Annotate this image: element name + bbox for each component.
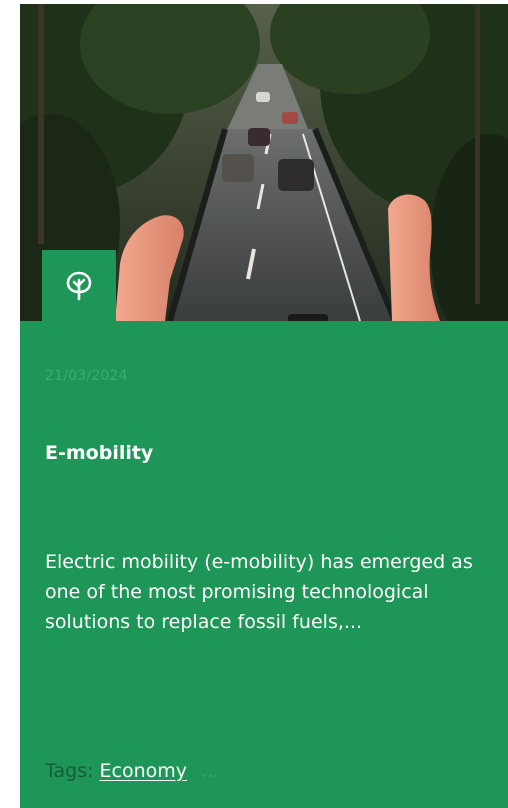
post-tags: Tags: Economy ... xyxy=(45,760,219,782)
tag-link-economy[interactable]: Economy xyxy=(100,760,188,782)
category-badge[interactable] xyxy=(42,250,116,321)
tree-icon xyxy=(66,271,92,300)
post-image[interactable] xyxy=(20,4,508,321)
tags-more: ... xyxy=(201,760,220,782)
tags-label: Tags: xyxy=(45,760,94,782)
post-title[interactable]: E-mobility xyxy=(45,442,153,464)
post-card[interactable]: 21/03/2024 E-mobility Electric mobility … xyxy=(20,4,508,808)
post-date: 21/03/2024 xyxy=(45,368,128,384)
post-excerpt: Electric mobility (e-mobility) has emerg… xyxy=(45,551,473,633)
